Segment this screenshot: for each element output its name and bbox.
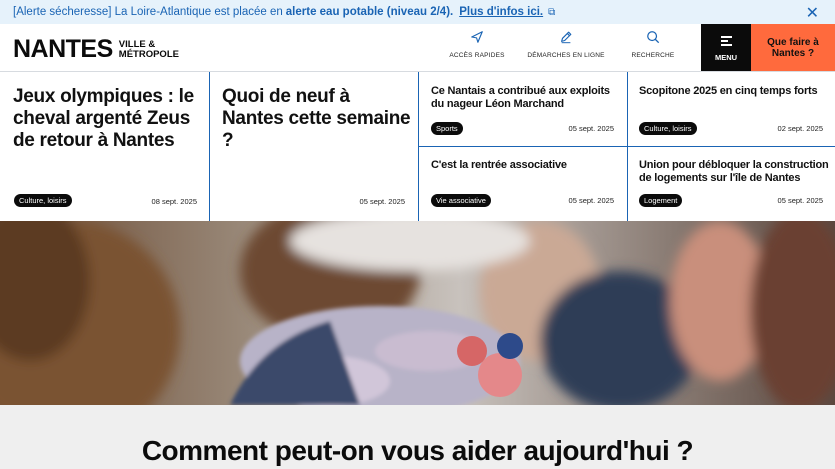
news-card[interactable]: Quoi de neuf à Nantes cette semaine ? 05… [209, 72, 418, 221]
news-card[interactable]: C'est la rentrée associative Vie associa… [418, 147, 627, 221]
alert-banner: [Alerte sécheresse] La Loire-Atlantique … [0, 0, 835, 24]
help-title: Comment peut-on vous aider aujourd'hui ? [141, 435, 694, 466]
news-title: Union pour débloquer la construction de … [639, 159, 829, 184]
news-title: C'est la rentrée associative [431, 159, 567, 171]
news-date: 02 sept. 2025 [777, 124, 823, 133]
news-grid: Jeux olympiques : le cheval argenté Zeus… [0, 72, 835, 221]
news-date: 05 sept. 2025 [568, 196, 614, 205]
news-date: 05 sept. 2025 [359, 197, 405, 206]
menu-label: MENU [714, 52, 738, 62]
news-tag: Sports [431, 122, 463, 135]
logo-sub-line-2: MÉTROPOLE [118, 48, 179, 60]
news-title: Jeux olympiques : le cheval argenté Zeus… [13, 86, 194, 151]
logo-main: NANTES [13, 35, 113, 63]
logo-sub: VILLE & MÉTROPOLE [118, 38, 179, 60]
menu-button[interactable]: MENU [701, 24, 751, 71]
alert-highlight: alerte eau potable (niveau 2/4). [285, 6, 454, 18]
news-tag: Logement [639, 194, 683, 207]
alert-more-info-link[interactable]: Plus d'infos ici. [459, 6, 543, 18]
news-card[interactable]: Scopitone 2025 en cinq temps forts Cultu… [627, 72, 835, 146]
nav-label: RECHERCHE [631, 52, 675, 59]
news-date: 05 sept. 2025 [568, 124, 614, 133]
nav-label: DÉMARCHES EN LIGNE [527, 52, 605, 59]
news-card[interactable]: Union pour débloquer la construction de … [627, 147, 835, 221]
nav-recherche[interactable]: RECHERCHE [628, 30, 678, 66]
send-icon [471, 31, 483, 43]
news-title: Scopitone 2025 en cinq temps forts [639, 85, 818, 97]
que-faire-line-2: Nantes ? [771, 47, 815, 59]
close-icon[interactable]: ✕ [806, 3, 819, 23]
hero-image [0, 221, 835, 405]
news-title: Ce Nantais a contribué aux exploits du n… [431, 85, 610, 110]
alert-text: [Alerte sécheresse] La Loire-Atlantique … [13, 6, 283, 18]
news-date: 08 sept. 2025 [151, 197, 197, 206]
news-date: 05 sept. 2025 [777, 196, 823, 205]
site-header: NANTES VILLE & MÉTROPOLE ACCÈS RAPIDES D… [0, 24, 835, 72]
news-card[interactable]: Jeux olympiques : le cheval argenté Zeus… [0, 72, 209, 221]
que-faire-label: Que faire à Nantes ? [767, 37, 819, 59]
nav-label: ACCÈS RAPIDES [449, 52, 505, 59]
news-card[interactable]: Ce Nantais a contribué aux exploits du n… [418, 72, 627, 146]
search-icon [647, 31, 660, 44]
logo[interactable]: NANTES VILLE & MÉTROPOLE [13, 35, 179, 64]
pencil-icon [561, 31, 572, 44]
news-tag: Culture, loisirs [639, 122, 697, 135]
nav-demarches-en-ligne[interactable]: DÉMARCHES EN LIGNE [526, 30, 606, 66]
news-tag: Vie associative [431, 194, 491, 207]
menu-icon [720, 34, 732, 48]
news-title: Quoi de neuf à Nantes cette semaine ? [222, 86, 411, 151]
logo-sub-line-1: VILLE & [118, 38, 156, 50]
help-section: Comment peut-on vous aider aujourd'hui ? [0, 405, 835, 469]
que-faire-a-nantes-button[interactable]: Que faire à Nantes ? [751, 24, 835, 71]
news-tag: Culture, loisirs [14, 194, 72, 207]
nav-acces-rapides[interactable]: ACCÈS RAPIDES [447, 30, 507, 66]
hero-photo [0, 221, 835, 405]
que-faire-line-1: Que faire à [767, 36, 819, 48]
external-link-icon: ⧉ [548, 6, 556, 18]
